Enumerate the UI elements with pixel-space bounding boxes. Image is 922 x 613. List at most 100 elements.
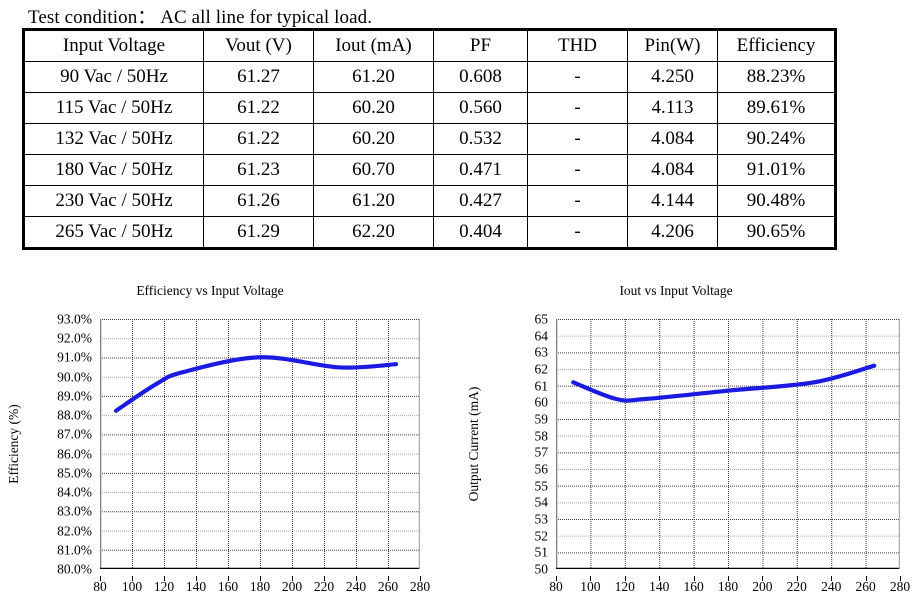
table-cell: 61.23 [203,154,314,186]
table-cell: 0.427 [433,185,528,217]
table-column-header: Vout (V) [203,29,314,62]
y-tick-label: 93.0% [57,311,92,327]
y-tick-label: 87.0% [57,426,92,442]
table-cell: 90 Vac / 50Hz [23,61,204,93]
chart-iout-y-axis-title: Output Current (mA) [466,386,481,502]
table-cell: 4.250 [627,61,718,93]
y-tick-label: 85.0% [57,465,92,481]
chart-iout-y-tick-labels: 50 51 52 53 54 55 56 57 58 59 60 61 62 63 64 65 [488,312,549,575]
table-cell: 4.144 [627,185,718,217]
x-tick-label: 160 [217,579,239,594]
x-tick-label: 120 [153,579,175,594]
table-cell: 0.404 [433,216,528,249]
table-cell: 90.65% [717,216,836,249]
x-tick-label: 280 [409,579,431,594]
table-cell: 61.27 [203,61,314,93]
x-tick-label: 280 [889,579,911,594]
x-tick-label: 240 [345,579,367,594]
x-tick-label: 220 [786,579,807,594]
table-cell: 61.20 [313,61,434,93]
y-tick-label: 91.0% [57,349,92,365]
y-tick-label: 55 [534,477,549,493]
x-tick-label: 200 [752,579,773,594]
table-cell: - [527,154,628,186]
x-tick-mark [420,576,421,581]
table-column-header: Input Voltage [23,29,204,62]
data-series-line [113,355,399,413]
table-cell: - [527,185,628,217]
eff-plot-svg [100,319,420,569]
x-tick-label: 180 [717,579,739,594]
y-tick-label: 90.0% [57,368,92,384]
table-cell: - [527,216,628,249]
table-cell: 61.26 [203,185,314,217]
x-tick-label: 120 [614,579,635,594]
table-cell: - [527,61,628,93]
table-cell: 90.48% [717,185,836,217]
x-tick-label: 260 [377,579,399,594]
x-tick-label: 80 [93,579,107,594]
chart-efficiency-x-tick-labels: 80 100 120 140 160 180 200 220 240 260 280 [93,576,430,596]
table-cell: 4.084 [627,123,718,155]
table-column-header: PF [433,29,528,62]
chart-iout-plot-area [556,319,900,569]
table-cell: 265 Vac / 50Hz [23,216,204,249]
x-tick-label: 260 [855,579,876,594]
table-cell: 61.22 [203,92,314,124]
table-cell: 115 Vac / 50Hz [23,92,204,124]
table-row: 132 Vac / 50Hz 61.22 60.20 0.532-4.084 90.24… [23,123,836,155]
table-cell: 90.24% [717,123,836,155]
data-series-line [571,363,877,403]
y-tick-label: 53 [534,511,549,527]
y-tick-label: 80.0% [57,561,92,577]
table-row: 90 Vac / 50Hz 61.27 61.20 0.608-4.250 88.23% [23,61,836,93]
table-cell: 61.20 [313,185,434,217]
chart-efficiency-plot-area [100,319,420,569]
y-tick-label: 56 [534,461,549,477]
y-tick-label: 88.0% [57,407,92,423]
results-table-container: Input Voltage Vout (V) Iout (mA) PF THD Pin(W… [22,28,837,250]
x-tick-label: 80 [549,579,563,594]
chart-efficiency-y-axis-title: Efficiency (%) [6,404,21,484]
x-tick-label: 140 [185,579,207,594]
table-row: 115 Vac / 50Hz 61.22 60.20 0.560-4.113 89.61… [23,92,836,124]
table-cell: 91.01% [717,154,836,186]
chart-iout-x-tick-labels: 80 100 120 140 160 180 200 220 240 260 280 [549,576,910,596]
table-cell: 4.113 [627,92,718,124]
y-tick-label: 82.0% [57,522,92,538]
table-cell: 0.471 [433,154,528,186]
chart-efficiency: Efficiency vs Input Voltage Efficiency (… [0,283,460,613]
x-tick-mark [356,576,357,581]
y-tick-label: 50 [534,561,549,577]
y-tick-label: 65 [534,311,549,327]
table-cell: 60.70 [313,154,434,186]
y-tick-label: 57 [534,444,549,460]
y-tick-label: 60 [534,394,549,410]
x-tick-mark [831,576,833,581]
y-tick-label: 62 [534,361,549,377]
chart-iout-title: Iout vs Input Voltage [619,283,733,298]
x-tick-mark [228,576,229,581]
x-tick-label: 100 [121,579,143,594]
test-condition-text: Test condition： AC all line for typical … [28,7,373,28]
table-cell: 0.560 [433,92,528,124]
measurement-results-table: Input Voltage Vout (V) Iout (mA) PF THD Pin(W… [22,28,837,250]
table-cell: 0.608 [433,61,528,93]
x-tick-label: 180 [249,579,271,594]
table-header-row: Input Voltage Vout (V) Iout (mA) PF THD Pin(W… [23,29,836,62]
x-tick-mark [556,576,557,581]
x-tick-mark [388,576,389,581]
table-cell: - [527,123,628,155]
y-tick-label: 59 [534,411,549,427]
table-cell: 89.61% [717,92,836,124]
x-tick-label: 140 [649,579,670,594]
table-cell: 62.20 [313,216,434,249]
table-cell: 4.206 [627,216,718,249]
x-tick-mark [590,576,592,581]
y-tick-label: 81.0% [57,542,92,558]
table-cell: 132 Vac / 50Hz [23,123,204,155]
y-tick-label: 83.0% [57,503,92,519]
table-column-header: Pin(W) [627,29,718,62]
x-tick-mark [292,576,293,581]
table-cell: 60.20 [313,92,434,124]
